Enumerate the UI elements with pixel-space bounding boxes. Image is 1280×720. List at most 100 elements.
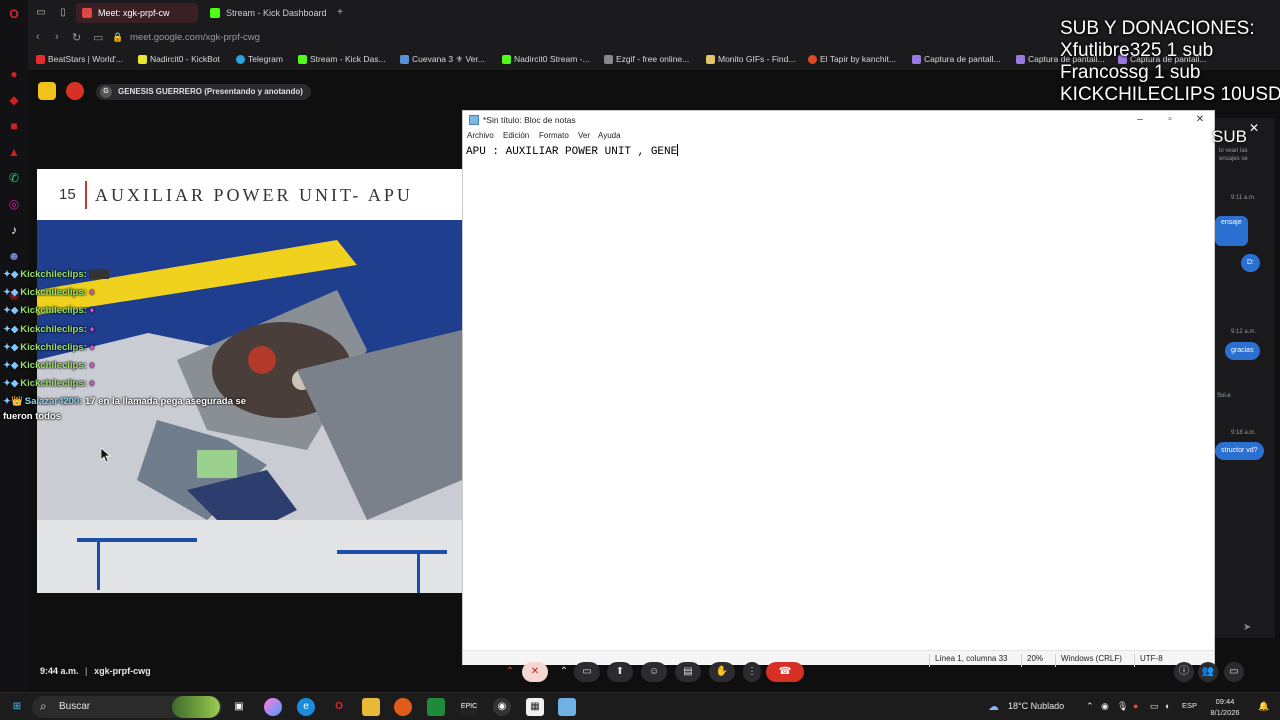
- mic-chevron-icon[interactable]: ⌃: [502, 662, 518, 682]
- opera-logo-icon[interactable]: O: [6, 6, 22, 22]
- sidebar-app-icon[interactable]: ■: [6, 118, 22, 134]
- tiktok-icon[interactable]: ♪: [6, 222, 22, 238]
- bookmark-item[interactable]: Ezgif - free online...: [604, 54, 689, 64]
- weather-text[interactable]: 18°C Nublado: [1008, 701, 1064, 711]
- bookmark-item[interactable]: Nadircit0 Stream -...: [502, 54, 590, 64]
- tab-kick-dashboard[interactable]: Stream - Kick Dashboard: [204, 3, 330, 23]
- close-icon[interactable]: ✕: [1185, 113, 1215, 127]
- slide-header: 15 AUXILIAR POWER UNIT- APU: [37, 169, 462, 219]
- chat-text: 17 en la llamada pega asegurada se: [85, 396, 247, 408]
- menu-formato[interactable]: Formato: [539, 131, 569, 140]
- tab-list-icon[interactable]: ▭: [34, 6, 48, 20]
- raise-hand-icon[interactable]: ✋: [709, 662, 735, 682]
- chat-icon[interactable]: ▭: [1224, 662, 1244, 682]
- donations-overlay: SUB Y DONACIONES: Xfutlibre325 1 sub Fra…: [1060, 18, 1280, 106]
- mic-off-icon[interactable]: ✕: [522, 662, 548, 682]
- close-overlay-icon[interactable]: ✕: [1249, 121, 1259, 135]
- sidebar-app-icon[interactable]: ▲: [6, 144, 22, 160]
- tapir-icon: [808, 55, 817, 64]
- present-screen-icon[interactable]: ⬆: [607, 662, 633, 682]
- edge-icon[interactable]: e: [297, 698, 315, 716]
- menu-archivo[interactable]: Archivo: [467, 131, 494, 140]
- bookmark-item[interactable]: Stream - Kick Das...: [298, 54, 386, 64]
- windows-start-icon[interactable]: ⊞: [8, 698, 26, 716]
- folder-icon: [706, 55, 715, 64]
- taskbar-clock[interactable]: 09:44 8/1/2026: [1205, 696, 1245, 718]
- send-icon[interactable]: ➤: [1243, 622, 1251, 633]
- camera-icon[interactable]: ▭: [93, 31, 103, 44]
- tray-app-icon[interactable]: ●: [1133, 701, 1138, 711]
- camera-icon[interactable]: ▭: [574, 662, 600, 682]
- bookmark-item[interactable]: Cuevana 3 ⚜ Ver...: [400, 54, 485, 65]
- emoji-icon[interactable]: ☺: [641, 662, 667, 682]
- record-icon[interactable]: [66, 82, 84, 100]
- leave-call-icon[interactable]: ☎: [766, 662, 804, 682]
- badge-icon: ✦◆: [3, 269, 19, 280]
- task-view-icon[interactable]: ▣: [230, 698, 248, 716]
- notepad-window: *Sin título: Bloc de notas – ▫ ✕ Archivo…: [462, 110, 1215, 667]
- info-icon[interactable]: ⓘ: [1174, 662, 1194, 682]
- app-icon[interactable]: [427, 698, 445, 716]
- epic-games-icon[interactable]: EPIC: [460, 698, 478, 716]
- emote-icon: ♦: [89, 378, 95, 390]
- file-explorer-icon[interactable]: [362, 698, 380, 716]
- sidebar-app-icon[interactable]: ◆: [6, 92, 22, 108]
- reload-icon[interactable]: ↻: [72, 31, 81, 44]
- menu-ayuda[interactable]: Ayuda: [598, 131, 621, 140]
- tray-app-icon[interactable]: ▭: [1150, 701, 1159, 712]
- taskbar-search[interactable]: ⌕ Buscar: [32, 696, 222, 718]
- menu-edicion[interactable]: Edición: [503, 131, 529, 140]
- bookmark-tab-icon[interactable]: ▯: [56, 6, 70, 20]
- tray-mic-icon[interactable]: 🎙: [1117, 701, 1128, 712]
- chat-timestamp: 9:12 a.m.: [1231, 329, 1257, 335]
- chat-username: Kickchileclips:: [20, 287, 87, 299]
- notifications-icon[interactable]: 🔔: [1258, 701, 1269, 712]
- notepad-taskbar-icon[interactable]: [558, 698, 576, 716]
- copilot-icon[interactable]: [264, 698, 282, 716]
- instagram-icon[interactable]: ◎: [6, 196, 22, 212]
- url-field[interactable]: meet.google.com/xgk-prpf-cwg: [130, 32, 260, 43]
- highlight-icon[interactable]: [38, 82, 56, 100]
- language-indicator[interactable]: ESP: [1182, 701, 1197, 710]
- chat-timestamp: 9:11 a.m.: [1231, 195, 1256, 201]
- back-icon[interactable]: ‹: [36, 31, 40, 43]
- camera-chevron-icon[interactable]: ⌃: [556, 662, 572, 682]
- forward-icon[interactable]: ›: [55, 31, 59, 43]
- new-tab-plus-icon[interactable]: +: [333, 6, 347, 20]
- tray-obs-icon[interactable]: ◉: [1101, 701, 1109, 712]
- chat-username: Kickchileclips:: [20, 378, 87, 390]
- app-icon[interactable]: [394, 698, 412, 716]
- horizontal-scrollbar[interactable]: [463, 638, 1203, 646]
- badge-icon: ✦◆: [3, 359, 19, 371]
- more-options-icon[interactable]: ⋮: [743, 662, 761, 682]
- minimize-icon[interactable]: –: [1125, 113, 1155, 127]
- tray-app-icon[interactable]: ◐: [1165, 701, 1170, 711]
- whatsapp-icon[interactable]: ✆: [6, 170, 22, 186]
- meet-tab-icon: [82, 8, 92, 18]
- store-icon[interactable]: ▦: [526, 698, 544, 716]
- presenting-chip[interactable]: G GENESIS GUERRERO (Presentando y anotan…: [96, 84, 311, 100]
- vertical-scrollbar[interactable]: [1204, 145, 1212, 633]
- notepad-text-area[interactable]: APU : AUXILIAR POWER UNIT , GENE: [466, 144, 1206, 634]
- tab-meet[interactable]: Meet: xgk-prpf-cw: [76, 3, 198, 23]
- menu-ver[interactable]: Ver: [578, 131, 590, 140]
- notepad-titlebar[interactable]: *Sin título: Bloc de notas – ▫ ✕: [463, 111, 1214, 129]
- obs-icon[interactable]: ◉: [493, 698, 511, 716]
- people-icon[interactable]: 👥: [1198, 662, 1218, 682]
- discord-icon[interactable]: ☻: [6, 248, 22, 264]
- sidebar-app-icon[interactable]: ●: [6, 66, 22, 82]
- bookmark-item[interactable]: Telegram: [236, 54, 283, 64]
- bookmark-item[interactable]: El Tapir by kanchit...: [808, 54, 896, 64]
- bookmark-item[interactable]: Captura de pantall...: [912, 54, 1001, 64]
- tray-chevron-icon[interactable]: ⌃: [1086, 701, 1094, 712]
- captions-icon[interactable]: ▤: [675, 662, 701, 682]
- tab-kick-label: Stream - Kick Dashboard: [226, 8, 327, 18]
- bookmark-item[interactable]: BeatStars | World'...: [36, 54, 123, 64]
- badge-icon: ✦◆: [3, 305, 19, 317]
- opera-icon[interactable]: O: [330, 698, 348, 716]
- maximize-icon[interactable]: ▫: [1155, 113, 1185, 127]
- bookmark-item[interactable]: Nadircit0 - KickBot: [138, 54, 220, 64]
- bookmark-item[interactable]: Monito GIFs - Find...: [706, 54, 795, 64]
- chat-timestamp: 9:18 a.m.: [1231, 430, 1257, 436]
- text-caret: [677, 144, 679, 156]
